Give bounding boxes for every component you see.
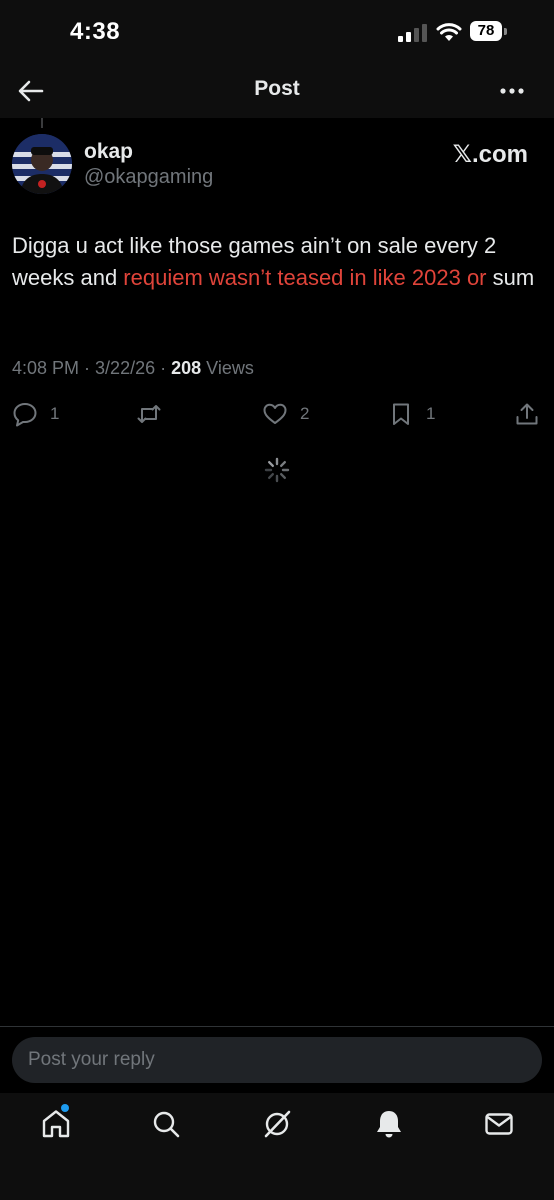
envelope-icon	[485, 1113, 513, 1135]
speech-bubble-icon	[13, 403, 37, 427]
post-text-highlight: requiem wasn’t teased in like 2023 or	[123, 265, 487, 290]
repost-button[interactable]	[136, 398, 174, 430]
author-display-name[interactable]: okap	[84, 140, 133, 164]
battery-icon: 78	[470, 21, 510, 43]
post-text: Digga u act like those games ain’t on sa…	[12, 230, 542, 294]
more-options-icon[interactable]	[496, 76, 528, 106]
like-button[interactable]: 2	[262, 398, 309, 430]
author-handle[interactable]: @okapgaming	[84, 166, 213, 189]
tab-notifications[interactable]	[372, 1107, 406, 1141]
post-text-part2: sum	[486, 265, 535, 290]
status-time: 4:38	[70, 18, 121, 45]
bookmark-icon	[393, 403, 409, 425]
reply-button[interactable]: 1	[12, 398, 59, 430]
top-nav-bar: Post	[0, 64, 554, 118]
share-upload-icon	[516, 403, 538, 425]
tab-search[interactable]	[149, 1107, 183, 1141]
views-label: Views	[201, 358, 254, 378]
post-metadata: 4:08 PM · 3/22/26 · 208 Views	[12, 358, 254, 379]
search-icon	[153, 1111, 180, 1138]
heart-icon	[263, 403, 287, 424]
like-count: 2	[300, 404, 310, 423]
page-title: Post	[254, 77, 300, 100]
tab-grok[interactable]	[260, 1107, 294, 1141]
meta-separator: ·	[79, 358, 96, 378]
reply-count: 1	[50, 404, 60, 423]
bookmark-count: 1	[426, 404, 436, 423]
home-notification-dot	[61, 1104, 69, 1112]
grok-icon	[264, 1110, 291, 1138]
post-date: 3/22/26	[95, 358, 156, 378]
tab-messages[interactable]	[482, 1107, 516, 1141]
bookmark-button[interactable]: 1	[388, 398, 435, 430]
post-time: 4:08 PM	[12, 358, 80, 378]
thread-connector-line	[41, 118, 43, 128]
x-com-link[interactable]: 𝕏.com	[453, 140, 528, 169]
repost-arrows-icon	[137, 405, 161, 423]
avatar-image	[12, 134, 72, 194]
home-icon	[42, 1110, 70, 1138]
cellular-signal-icon	[398, 24, 427, 42]
battery-level: 78	[477, 22, 495, 39]
wifi-icon	[436, 23, 462, 41]
tab-home[interactable]	[39, 1104, 73, 1141]
meta-separator: ·	[155, 358, 172, 378]
reply-divider	[0, 1026, 554, 1027]
post-action-bar: 1 2 1	[0, 398, 554, 432]
bottom-tab-bar	[0, 1093, 554, 1200]
share-button[interactable]	[514, 398, 540, 430]
status-bar: 4:38 78	[0, 0, 554, 64]
reply-input[interactable]	[12, 1037, 542, 1083]
bell-icon	[377, 1111, 401, 1138]
avatar[interactable]	[12, 134, 72, 194]
loading-spinner-icon	[264, 457, 290, 483]
views-count[interactable]: 208	[171, 358, 201, 378]
